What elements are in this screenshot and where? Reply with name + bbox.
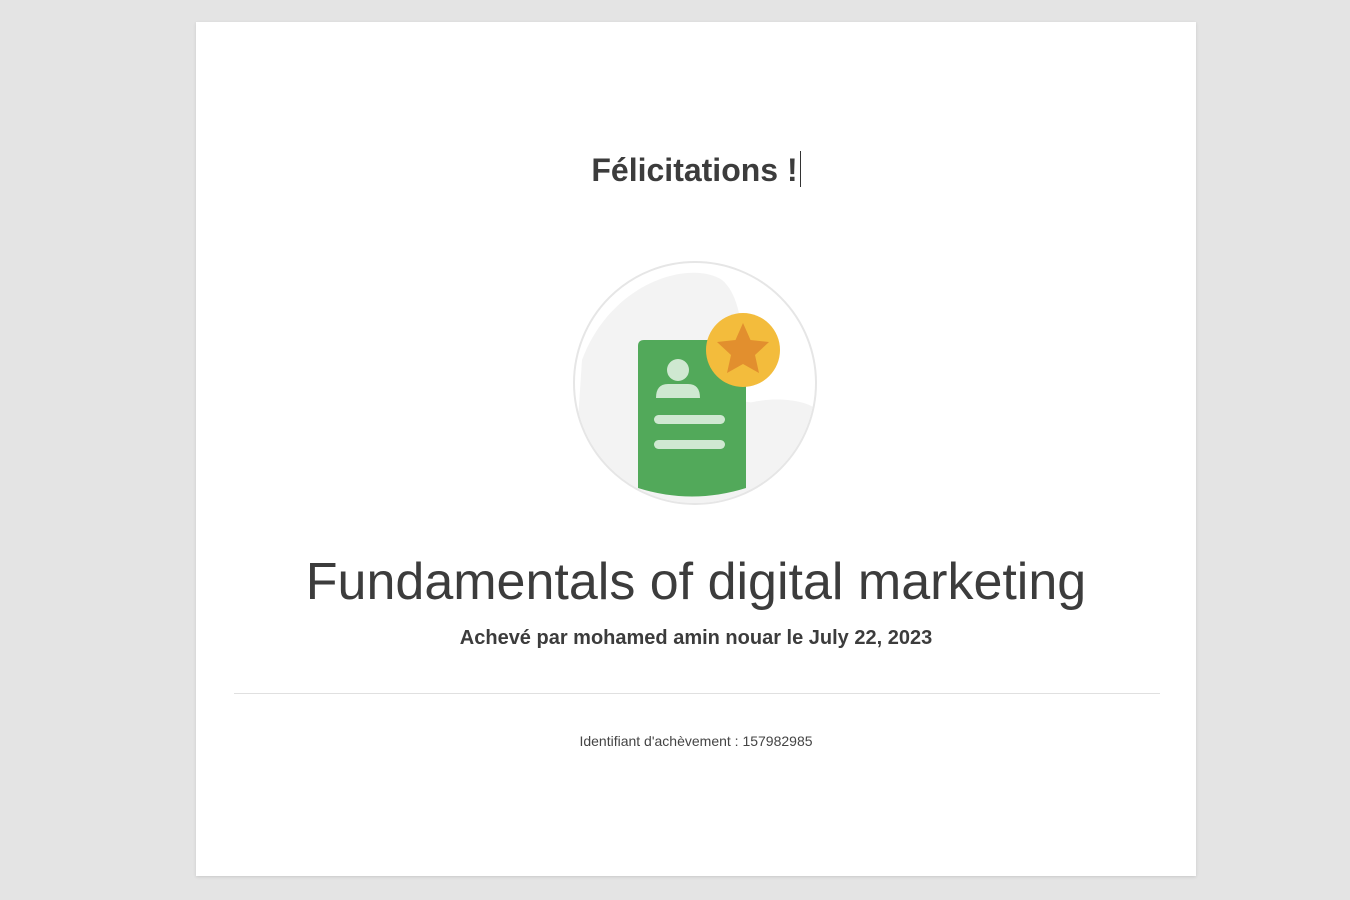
completed-by-text: Achevé par mohamed amin nouar le July 22… (459, 627, 933, 649)
congratulations-heading: Félicitations ! (196, 150, 1196, 190)
course-title: Fundamentals of digital marketing (305, 553, 1087, 611)
text-line-icon (654, 440, 725, 449)
certificate-page: Félicitations ! Fundamentals of digital … (196, 22, 1196, 876)
divider (234, 693, 1160, 694)
text-line-icon (654, 415, 725, 424)
medal-star-icon (706, 313, 780, 387)
person-body-icon (656, 384, 700, 398)
person-head-icon (667, 359, 689, 381)
text-cursor (799, 151, 801, 187)
heading-text: Félicitations ! (591, 152, 798, 188)
achievement-id: Identifiant d'achèvement : 157982985 (579, 733, 813, 749)
certificate-badge-icon (572, 260, 818, 506)
badge-illustration (573, 261, 817, 505)
